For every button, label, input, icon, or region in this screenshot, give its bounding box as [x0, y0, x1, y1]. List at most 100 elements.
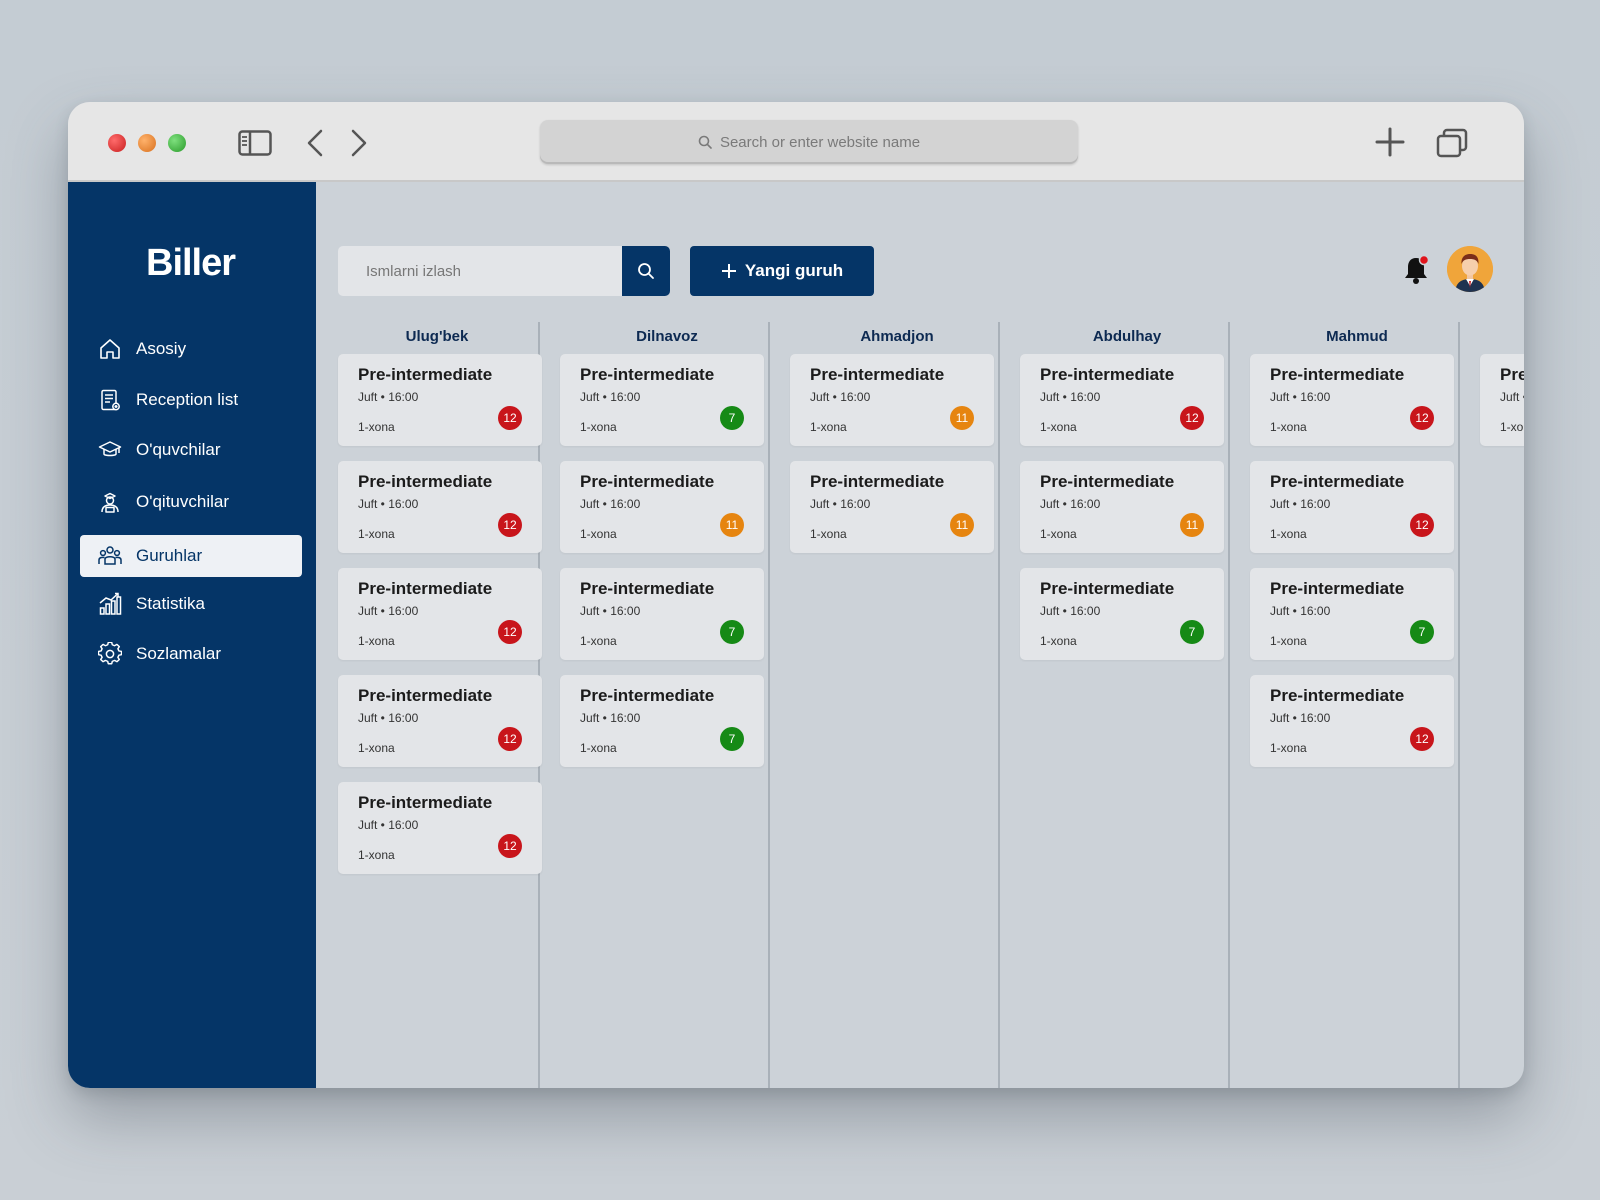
card-room: 1-xona [580, 527, 617, 541]
plus-icon [721, 264, 736, 278]
teacher-columns: Ulug'bek Pre-intermediate Juft • 16:00 1… [316, 322, 1524, 1088]
group-card[interactable]: Pre-intermediate Juft • 16:00 1-xona 11 [790, 461, 994, 553]
group-card[interactable]: Pre-intermediate Juft • 16:00 1-xona 12 [1250, 461, 1454, 553]
card-time: Juft • 16:00 [580, 711, 641, 725]
group-card[interactable]: Pre-intermediate Juft • 16:00 1-xona 7 [560, 675, 764, 767]
close-window-button[interactable] [108, 134, 126, 152]
sidebar-item-label: O'quvchilar [136, 440, 221, 459]
sidebar-item-asosiy[interactable]: Asosiy [80, 328, 302, 370]
card-room: 1-xona [1040, 420, 1077, 434]
card-time: Juft • 16:00 [810, 390, 871, 404]
tab-overview-icon[interactable] [1436, 128, 1468, 158]
student-count-badge: 7 [720, 727, 744, 751]
column-header: Dilnavoz [636, 328, 698, 345]
card-title: Pre-intermediate [1040, 365, 1175, 384]
address-bar[interactable]: Search or enter website name [540, 120, 1078, 164]
group-card[interactable]: Pre-intermediate Juft • 16:00 1-xona 12 [338, 568, 542, 660]
card-time: Juft • 16:00 [358, 390, 419, 404]
card-title: Pre-intermediate [580, 365, 715, 384]
student-count-badge: 12 [1410, 727, 1434, 751]
forward-arrow-icon[interactable] [348, 128, 370, 158]
student-count-badge: 12 [498, 406, 522, 430]
student-count-badge: 11 [950, 406, 974, 430]
group-card[interactable]: Pre-intermediate Juft • 16:00 1-xona 7 [560, 568, 764, 660]
sidebar-item-guruhlar[interactable]: Guruhlar [80, 535, 302, 577]
teacher-column: Dilnavoz Pre-intermediate Juft • 16:00 1… [546, 322, 770, 1088]
group-card[interactable]: Pre-intermediate Juft • 16:00 1-xona 12 [338, 782, 542, 874]
sidebar-toggle-icon[interactable] [238, 130, 272, 156]
card-title: Pre-intermediate [358, 579, 493, 598]
group-card[interactable]: Pre-intermediate Juft • 16:00 1-xona 12 [338, 354, 542, 446]
column-header: Ulug'bek [405, 328, 469, 345]
teacher-column: Ahmadjon Pre-intermediate Juft • 16:00 1… [776, 322, 1000, 1088]
student-count-badge: 7 [1410, 620, 1434, 644]
card-room: 1-xona [1500, 420, 1524, 434]
group-card[interactable]: Pre-intermediate Juft • 16:00 1-xona 11 [560, 461, 764, 553]
sidebar-item-label: Sozlamalar [136, 644, 222, 663]
card-time: Juft • 16:00 [358, 711, 419, 725]
user-avatar[interactable] [1447, 246, 1493, 292]
sidebar-item-sozlamalar[interactable]: Sozlamalar [80, 633, 302, 675]
card-title: Pre-intermediate [358, 793, 493, 812]
sidebar-item-label: Reception list [136, 390, 239, 409]
student-count-badge: 7 [720, 620, 744, 644]
group-card[interactable]: Pre-intermediate Juft • 16:00 1-xona 12 [1250, 354, 1454, 446]
new-tab-icon[interactable] [1374, 126, 1406, 158]
card-time: Juft • 16:00 [1500, 390, 1524, 404]
search-button[interactable] [622, 246, 670, 296]
card-room: 1-xona [358, 527, 395, 541]
card-time: Juft • 16:00 [1270, 604, 1331, 618]
group-card[interactable]: Pre-intermediate Juft • 16:00 1-xona 11 [1020, 461, 1224, 553]
card-time: Juft • 16:00 [358, 497, 419, 511]
student-count-badge: 12 [1180, 406, 1204, 430]
notification-bell-icon[interactable] [1402, 254, 1430, 286]
sidebar-item-label: Asosiy [136, 339, 187, 358]
sidebar-item-oquvchilar[interactable]: O'quvchilar [80, 429, 302, 471]
card-title: Pre-intermediate [580, 686, 715, 705]
sidebar-item-statistika[interactable]: Statistika [80, 583, 302, 625]
group-card[interactable]: Pre-intermediate Juft • 16:00 1-xona 12 [1250, 675, 1454, 767]
group-card[interactable]: Pre-intermediate Juft • 16:00 1-xona 12 [338, 461, 542, 553]
student-count-badge: 12 [498, 620, 522, 644]
student-count-badge: 12 [1410, 513, 1434, 537]
group-card[interactable]: Pre-intermediate Juft • 16:00 1-xona [1480, 354, 1524, 446]
group-card[interactable]: Pre-intermediate Juft • 16:00 1-xona 7 [1250, 568, 1454, 660]
group-card[interactable]: Pre-intermediate Juft • 16:00 1-xona 12 [338, 675, 542, 767]
student-count-badge: 12 [1410, 406, 1434, 430]
main-content: Yangi guruh Ulug'bek Pre-in [316, 182, 1524, 1088]
back-arrow-icon[interactable] [304, 128, 326, 158]
student-count-badge: 7 [1180, 620, 1204, 644]
student-count-badge: 12 [498, 834, 522, 858]
card-title: Pre-intermediate [1040, 472, 1175, 491]
group-card[interactable]: Pre-intermediate Juft • 16:00 1-xona 11 [790, 354, 994, 446]
user-avatar-icon [1447, 246, 1493, 292]
group-card[interactable]: Pre-intermediate Juft • 16:00 1-xona 12 [1020, 354, 1224, 446]
new-group-label: Yangi guruh [744, 261, 844, 280]
student-count-badge: 12 [498, 513, 522, 537]
card-time: Juft • 16:00 [1270, 390, 1331, 404]
card-room: 1-xona [1040, 527, 1077, 541]
card-room: 1-xona [1270, 741, 1307, 755]
card-title: Pre-intermediate [580, 579, 715, 598]
sidebar-item-reception-list[interactable]: Reception list [80, 379, 302, 421]
minimize-window-button[interactable] [138, 134, 156, 152]
column-header [1466, 322, 1524, 354]
maximize-window-button[interactable] [168, 134, 186, 152]
sidebar: Biller Asosiy Reception list O'quvchilar… [68, 182, 316, 1088]
home-icon [100, 339, 120, 359]
settings-icon [98, 642, 122, 665]
new-group-button[interactable]: Yangi guruh [690, 246, 874, 296]
teacher-column: Mahmud Pre-intermediate Juft • 16:00 1-x… [1236, 322, 1460, 1088]
search-input[interactable] [338, 246, 622, 296]
search-icon [638, 263, 654, 279]
card-room: 1-xona [358, 848, 395, 862]
card-room: 1-xona [810, 420, 847, 434]
sidebar-item-oqituvchilar[interactable]: O'qituvchilar [80, 481, 302, 523]
card-time: Juft • 16:00 [1040, 390, 1101, 404]
group-card[interactable]: Pre-intermediate Juft • 16:00 1-xona 7 [1020, 568, 1224, 660]
card-title: Pre-intermediate [810, 472, 945, 491]
teacher-column: Pre-intermediate Juft • 16:00 1-xona [1466, 322, 1524, 1088]
column-header: Abdulhay [1092, 328, 1162, 345]
card-time: Juft • 16:00 [358, 818, 419, 832]
group-card[interactable]: Pre-intermediate Juft • 16:00 1-xona 7 [560, 354, 764, 446]
